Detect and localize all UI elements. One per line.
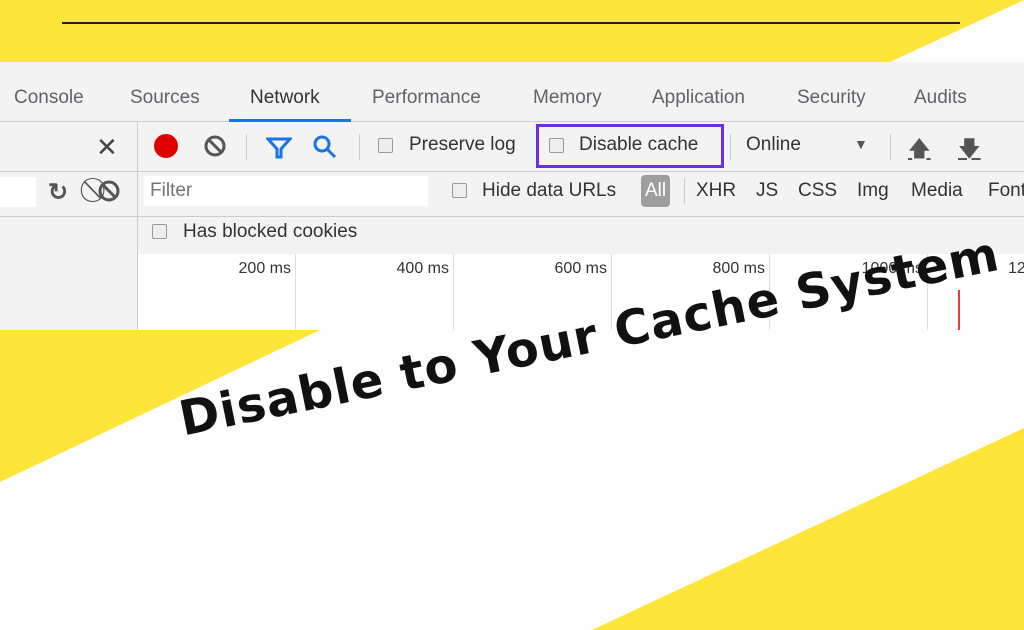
divider (246, 134, 247, 160)
left-pane: ✕ ↻ ⃠ (0, 122, 138, 330)
divider (684, 178, 685, 204)
chevron-down-icon: ▼ (854, 136, 868, 152)
type-js[interactable]: JS (756, 180, 778, 202)
preserve-log-checkbox[interactable] (378, 138, 393, 153)
disable-cache-label: Disable cache (579, 134, 699, 155)
divider (890, 134, 891, 160)
tab-console[interactable]: Console (14, 87, 84, 109)
tab-security[interactable]: Security (797, 87, 866, 109)
type-all[interactable]: All (641, 175, 671, 207)
download-icon[interactable]: 🡇 (958, 132, 981, 170)
type-css[interactable]: CSS (798, 180, 837, 202)
reload-icon[interactable]: ↻ (48, 178, 68, 207)
throttle-value: Online (746, 134, 801, 155)
record-button[interactable] (154, 134, 178, 158)
load-event-marker (958, 290, 960, 330)
left-search-input[interactable] (0, 177, 36, 207)
search-icon[interactable] (312, 134, 338, 160)
disable-cache-checkbox[interactable] (549, 138, 564, 153)
tab-audits[interactable]: Audits (914, 87, 967, 109)
type-xhr[interactable]: XHR (696, 180, 736, 202)
devtools-tabs: Console Sources Network Performance Memo… (0, 62, 1024, 122)
divider (730, 134, 731, 160)
upload-icon[interactable]: 🡅 (908, 132, 931, 170)
type-img[interactable]: Img (857, 180, 889, 202)
divider (359, 134, 360, 160)
has-blocked-cookies-checkbox[interactable] (152, 224, 167, 239)
tab-network[interactable]: Network (250, 87, 320, 109)
clear-log-icon[interactable] (202, 132, 230, 160)
has-blocked-cookies-label: Has blocked cookies (183, 221, 358, 242)
tab-application[interactable]: Application (652, 87, 745, 109)
clear-icon[interactable] (96, 177, 124, 205)
throttle-select[interactable]: Online ▼ (746, 134, 876, 156)
decorative-line (62, 22, 960, 24)
tab-performance[interactable]: Performance (372, 87, 481, 109)
close-icon[interactable]: ✕ (96, 132, 118, 163)
hide-data-urls-label: Hide data URLs (482, 180, 617, 201)
filter-icon[interactable] (266, 136, 292, 160)
type-font[interactable]: Font (988, 180, 1024, 202)
tab-memory[interactable]: Memory (533, 87, 602, 109)
timeline-tick: 200 ms (138, 254, 296, 330)
timeline-tick: 400 ms (296, 254, 454, 330)
tab-sources[interactable]: Sources (130, 87, 200, 109)
hide-data-urls-checkbox[interactable] (452, 183, 467, 198)
preserve-log-label: Preserve log (409, 134, 516, 155)
type-media[interactable]: Media (911, 180, 963, 202)
filter-input[interactable] (144, 176, 428, 206)
